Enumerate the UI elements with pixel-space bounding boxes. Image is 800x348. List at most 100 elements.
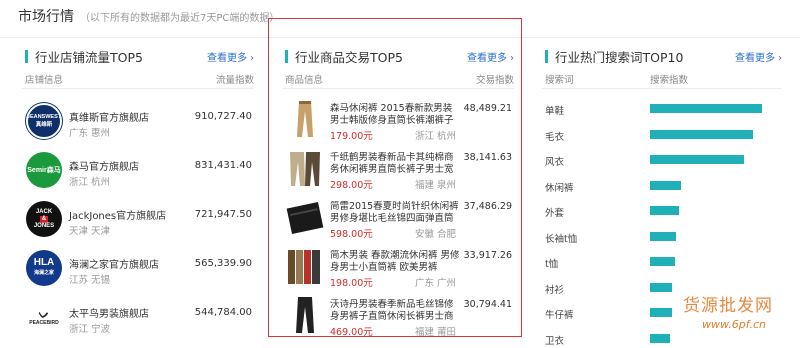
search-row[interactable]: 毛衣 [542, 123, 782, 149]
store-traffic-panel: 行业店铺流量TOP5 查看更多 › 店铺信息 流量指数 JEANSWEST 真维斯 … [22, 46, 254, 346]
store-row[interactable]: HLA 海澜之家 海澜之家官方旗舰店 江苏 无锡 565,339.90 [22, 246, 254, 295]
search-index-bar [650, 231, 676, 241]
search-word[interactable]: 毛衣 [545, 129, 564, 143]
search-index-bar [650, 206, 679, 215]
store-row[interactable]: JACK & JONES JackJones官方旗舰店 天津 天津 721,947.… [22, 197, 254, 246]
trade-index-value: 37,486.29 [463, 201, 512, 212]
trade-index-value: 33,917.26 [463, 250, 512, 261]
trade-index-value: 48,489.21 [463, 103, 512, 114]
column-header: 搜索词 搜索指数 [542, 70, 782, 86]
goods-price: 469.00元 [330, 327, 373, 338]
column-header: 商品信息 交易指数 [282, 70, 514, 86]
panel-title: 行业店铺流量TOP5 [35, 49, 143, 65]
search-word[interactable]: 单鞋 [545, 103, 564, 117]
search-row[interactable]: 风衣 [542, 148, 782, 174]
goods-row[interactable]: 森马休闲裤 2015春新款男装男士韩版修身直筒长裤潮裤子 179.00元 浙江 … [282, 97, 514, 146]
search-row[interactable]: 外套 [542, 199, 782, 225]
column-traffic-index: 流量指数 [215, 75, 254, 86]
store-location: 天津 天津 [69, 226, 111, 237]
peacebird-logo: ᨆ PEACEBIRD [26, 299, 62, 335]
page-title: 市场行情 [18, 9, 74, 25]
goods-row[interactable]: 沃诗丹男装春季新品毛丝锦修身男裤子直筒休闲长裤男士商 469.00元 福建 莆田… [282, 293, 514, 342]
column-header: 店铺信息 流量指数 [22, 70, 254, 86]
jeanswest-logo: JEANSWEST 真维斯 [26, 103, 62, 139]
store-location: 浙江 宁波 [69, 324, 111, 335]
store-location: 广东 惠州 [69, 128, 111, 139]
search-index-bar [650, 257, 675, 266]
store-row[interactable]: ᨆ PEACEBIRD 太平鸟男装旗舰店 浙江 宁波 544,784.00 [22, 295, 254, 344]
semir-logo: Semir森马 [26, 152, 62, 188]
search-index-bar [650, 308, 672, 317]
view-more-link[interactable]: 查看更多 › [207, 49, 254, 64]
search-word[interactable]: 长袖t恤 [545, 231, 577, 245]
goods-row[interactable]: 简木男装 春款潮流休闲裤 男修身男士小直筒裤 欧美男裤 198.00元 广东 广… [282, 244, 514, 293]
panel-title: 行业商品交易TOP5 [295, 49, 403, 65]
goods-name[interactable]: 千纸鹤男装春新品卡其纯棉商务休闲裤男直筒长裤子男士宽 [330, 152, 460, 177]
search-row[interactable]: 长袖t恤 [542, 225, 782, 251]
goods-trade-panel: 行业商品交易TOP5 查看更多 › 商品信息 交易指数 森马休闲裤 2015春新款… [282, 46, 514, 346]
bird-icon: ᨆ [38, 307, 50, 321]
hla-logo: HLA 海澜之家 [26, 250, 62, 286]
view-more-link[interactable]: 查看更多 › [467, 49, 514, 64]
store-name[interactable]: 海澜之家官方旗舰店 [69, 256, 159, 271]
column-divider [22, 88, 254, 89]
multicolor-pants-image[interactable] [286, 246, 324, 286]
goods-location: 浙江 杭州 [414, 131, 456, 142]
goods-location: 广东 广州 [414, 278, 456, 289]
search-index-bar [650, 104, 762, 113]
store-row[interactable]: Semir森马 森马官方旗舰店 浙江 杭州 831,431.40 [22, 148, 254, 197]
search-word[interactable]: 牛仔裤 [545, 307, 574, 321]
column-search-word: 搜索词 [545, 75, 574, 86]
goods-row[interactable]: 简雷2015春夏时尚针织休闲裤男修身堪比毛丝锦四面弹直筒 598.00元 安徽 … [282, 195, 514, 244]
goods-name[interactable]: 森马休闲裤 2015春新款男装男士韩版修身直筒长裤潮裤子 [330, 103, 460, 128]
panel-title-row: 行业热门搜索词TOP10 查看更多 › [542, 46, 782, 66]
panel-title-row: 行业店铺流量TOP5 查看更多 › [22, 46, 254, 66]
black-pants-image[interactable] [286, 197, 324, 237]
store-location: 江苏 无锡 [69, 275, 111, 286]
search-row[interactable]: 单鞋 [542, 97, 782, 123]
traffic-index-value: 721,947.50 [194, 209, 252, 220]
watermark-url: www.6pf.cn [702, 318, 766, 331]
goods-location: 安徽 合肥 [414, 229, 456, 240]
chevron-right-icon: › [778, 52, 782, 64]
goods-name[interactable]: 简雷2015春夏时尚针织休闲裤男修身堪比毛丝锦四面弹直筒 [330, 201, 460, 226]
column-divider [282, 88, 514, 89]
jackjones-logo: JACK & JONES [26, 201, 62, 237]
view-more-link[interactable]: 查看更多 › [735, 49, 782, 64]
goods-price: 298.00元 [330, 180, 373, 191]
watermark-text: 货源批发网 [683, 296, 773, 316]
traffic-index-value: 910,727.40 [194, 111, 252, 122]
store-name[interactable]: 太平鸟男装旗舰店 [69, 305, 149, 320]
goods-price: 598.00元 [330, 229, 373, 240]
store-location: 浙江 杭州 [69, 177, 111, 188]
search-row[interactable]: t恤 [542, 250, 782, 276]
beige-pants-image[interactable] [286, 148, 324, 188]
search-word[interactable]: 休闲裤 [545, 180, 574, 194]
search-index-bar [650, 129, 753, 139]
goods-name[interactable]: 沃诗丹男装春季新品毛丝锦修身男裤子直筒休闲长裤男士商 [330, 299, 460, 324]
accent-bar [285, 49, 288, 63]
traffic-index-value: 831,431.40 [194, 160, 252, 171]
store-name[interactable]: 真维斯官方旗舰店 [69, 109, 149, 124]
dark-pants-image[interactable] [286, 295, 324, 335]
search-word[interactable]: 外套 [545, 205, 564, 219]
search-word[interactable]: 卫衣 [545, 333, 564, 347]
panel-title: 行业热门搜索词TOP10 [555, 49, 684, 65]
goods-price: 179.00元 [330, 131, 373, 142]
chevron-right-icon: › [510, 52, 514, 64]
goods-name[interactable]: 简木男装 春款潮流休闲裤 男修身男士小直筒裤 欧美男裤 [330, 250, 460, 275]
search-row[interactable]: 休闲裤 [542, 174, 782, 200]
khaki-pants-image[interactable] [286, 99, 324, 139]
store-name[interactable]: 森马官方旗舰店 [69, 158, 139, 173]
search-word[interactable]: 风衣 [545, 154, 564, 168]
panel-title-row: 行业商品交易TOP5 查看更多 › [282, 46, 514, 66]
store-name[interactable]: JackJones官方旗舰店 [69, 207, 166, 222]
goods-row[interactable]: 千纸鹤男装春新品卡其纯棉商务休闲裤男直筒长裤子男士宽 298.00元 福建 泉州… [282, 146, 514, 195]
store-list: JEANSWEST 真维斯 真维斯官方旗舰店 广东 惠州 910,727.40 S… [22, 99, 254, 344]
search-index-bar [650, 155, 744, 164]
trade-index-value: 30,794.41 [463, 299, 512, 310]
search-word[interactable]: t恤 [545, 256, 558, 270]
search-word[interactable]: 衬衫 [545, 282, 564, 296]
search-index-bar [650, 282, 672, 292]
store-row[interactable]: JEANSWEST 真维斯 真维斯官方旗舰店 广东 惠州 910,727.40 [22, 99, 254, 148]
